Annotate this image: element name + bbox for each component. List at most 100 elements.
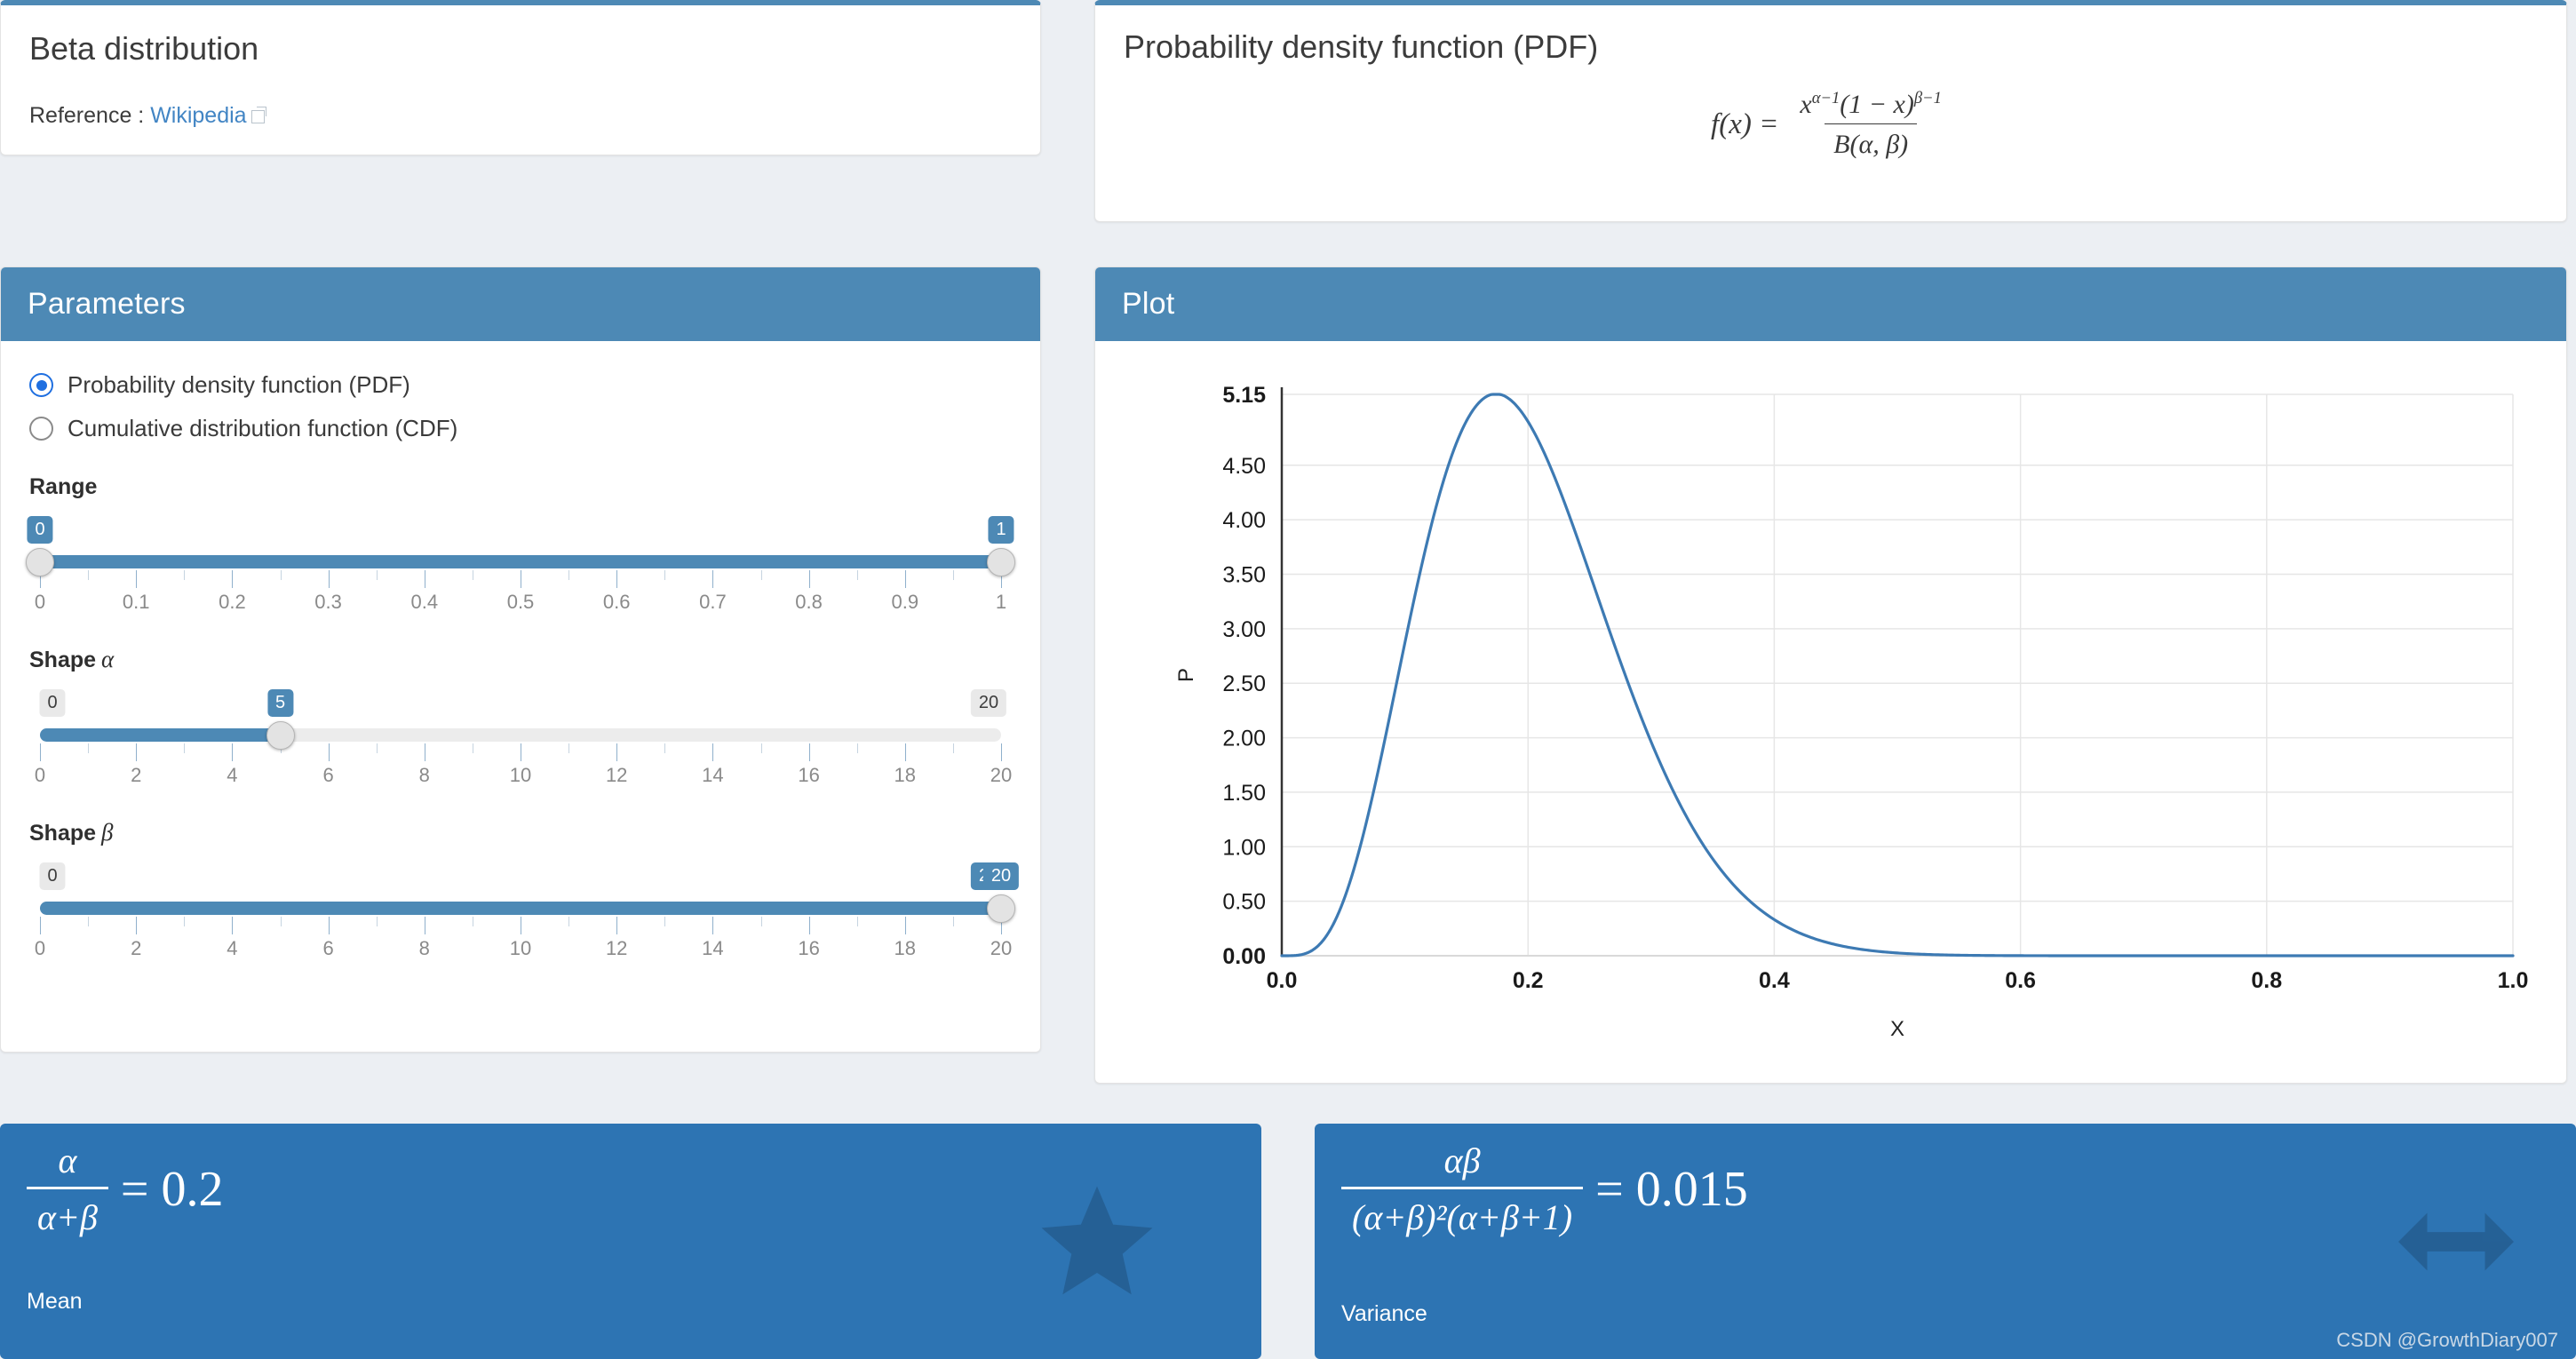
slider-track[interactable] [40,902,1001,915]
chart-y-tick-label: 3.00 [1222,617,1266,642]
slider-track[interactable] [40,728,1001,742]
slider-tick [904,743,906,761]
slider-tick-label: 2 [131,937,142,959]
chart-x-axis-label: X [1890,1017,1904,1041]
variance-equals: = [1595,1161,1624,1217]
slider-tick [88,917,90,926]
slider-handle[interactable] [266,721,295,750]
radio-pdf-icon[interactable] [29,373,53,397]
slider-tick [184,570,186,580]
external-link-icon [250,110,265,123]
chart-x-tick-label: 0.2 [1513,968,1544,993]
radio-cdf-label: Cumulative distribution function (CDF) [68,415,458,441]
radio-option-pdf[interactable]: Probability density function (PDF) [29,371,1012,399]
parameters-card: Parameters Probability density function … [0,266,1041,1053]
slider-tick-label: 0.7 [699,591,727,613]
mean-label: Mean [27,1289,83,1314]
chart-y-tick-label: 0.00 [1222,944,1266,969]
slider-tick [664,743,666,753]
slider-tick-labels: 0 2 4 6 8 10 12 14 16 18 20 [35,764,1012,787]
reference-label: Reference : [29,103,145,128]
slider-tick-label: 6 [322,937,334,959]
radio-cdf-icon[interactable] [29,417,53,441]
chart-line-series [1280,393,2515,958]
chart-y-tick-label: 2.50 [1222,672,1266,696]
slider-fill [40,728,281,742]
slider-handle[interactable] [987,894,1015,923]
slider-track[interactable] [40,555,1001,568]
plot-canvas[interactable]: 0.00 0.50 1.00 1.50 2.00 2.50 3.00 3.50 4.00 4.50… [1095,341,2566,1071]
chart-x-tick-label: 0.8 [2251,968,2282,993]
slider-tick-label: 8 [418,937,430,959]
slider-tick [328,570,330,588]
slider-shape-beta-control[interactable]: 0246810121416182002020 [29,855,1020,960]
slider-value-badge: 5 [266,689,294,717]
slider-handle-high[interactable] [987,548,1015,576]
slider-ticks [40,743,1002,763]
slider-tick [664,570,666,580]
slider-tick [280,570,282,580]
slider-max-badge: 20 [970,689,1007,717]
slider-shape-alpha: Shape α 0 2 4 6 8 10 12 14 16 18 20 0 20 5 [29,646,1012,787]
slider-tick [904,917,906,934]
slider-tick-label: 0.5 [506,591,535,613]
slider-tick [136,917,138,934]
watermark: CSDN @GrowthDiary007 [2336,1329,2558,1351]
mean-denominator: α+β [27,1187,108,1238]
pdf-formula-card: Probability density function (PDF) f(x) … [1094,0,2567,222]
variance-formula: αβ (α+β)²(α+β+1) = 0.015 [1315,1124,2576,1238]
slider-low-badge: 0 [27,516,53,544]
slider-tick [808,917,810,934]
slider-range: Range 0 0.1 0.2 0.3 0.4 0.5 0.6 0.7 0.8 0.9 1 0 1 [26,474,1015,614]
mean-numerator: α [58,1140,77,1180]
parameters-body: Probability density function (PDF) Cumul… [1,341,1040,960]
variance-numerator: αβ [1443,1140,1481,1180]
mean-fraction: α α+β [27,1140,108,1238]
slider-tick-label: 4 [227,937,238,959]
slider-tick-label: 2 [131,764,142,786]
slider-tick [760,743,762,753]
slider-tick-label: 0.9 [891,591,919,613]
slider-tick [376,743,378,753]
slider-tick-label: 10 [509,764,532,786]
pdf-formula: f(x) = xα−1(1 − x)β−1 B(α, β) [1095,89,2566,160]
slider-shape-alpha-control[interactable]: 0 2 4 6 8 10 12 14 16 18 20 0 20 5 [29,682,1012,787]
wikipedia-link[interactable]: Wikipedia [150,103,246,128]
slider-tick [232,570,234,588]
slider-range-control[interactable]: 0 0.1 0.2 0.3 0.4 0.5 0.6 0.7 0.8 0.9 1 0 1 [26,509,1015,614]
slider-tick [40,917,41,934]
slider-tick-label: 14 [702,937,724,959]
pdf-formula-numerator: xα−1(1 − x)β−1 [1800,89,1942,119]
slider-fill [40,902,1001,915]
chart-y-tick-label: 0.50 [1222,890,1266,915]
slider-tick [280,917,282,926]
slider-tick [664,917,666,926]
slider-tick-label: 0.4 [410,591,439,613]
chart-y-tick-label: 3.50 [1222,562,1266,587]
pdf-panel-title: Probability density function (PDF) [1124,28,1599,65]
slider-tick-label: 4 [227,764,238,786]
radio-pdf-label: Probability density function (PDF) [68,371,410,398]
slider-tick [184,917,186,926]
slider-tick-label: 0.1 [122,591,150,613]
chart-y-tick-label: 4.50 [1222,454,1266,479]
radio-option-cdf[interactable]: Cumulative distribution function (CDF) [29,415,1012,442]
slider-tick [808,570,810,588]
slider-min-badge: 0 [39,689,66,717]
slider-ticks [40,570,1002,590]
variance-fraction: αβ (α+β)²(α+β+1) [1341,1140,1584,1238]
page-title: Beta distribution [29,30,259,67]
slider-tick [136,743,138,761]
slider-tick [952,743,954,753]
slider-handle-low[interactable] [26,548,54,576]
slider-tick-label: 18 [894,937,917,959]
slider-tick-label: 0 [34,591,46,613]
variance-value: 0.015 [1635,1161,1748,1217]
slider-tick [328,917,330,934]
pdf-formula-lhs: f(x) = [1711,107,1779,140]
slider-tick-label: 0.2 [219,591,246,613]
slider-tick [88,570,90,580]
parameters-header: Parameters [1,267,1040,341]
slider-tick-labels: 0 2 4 6 8 10 12 14 16 18 20 [35,937,1012,960]
slider-tick [808,743,810,761]
